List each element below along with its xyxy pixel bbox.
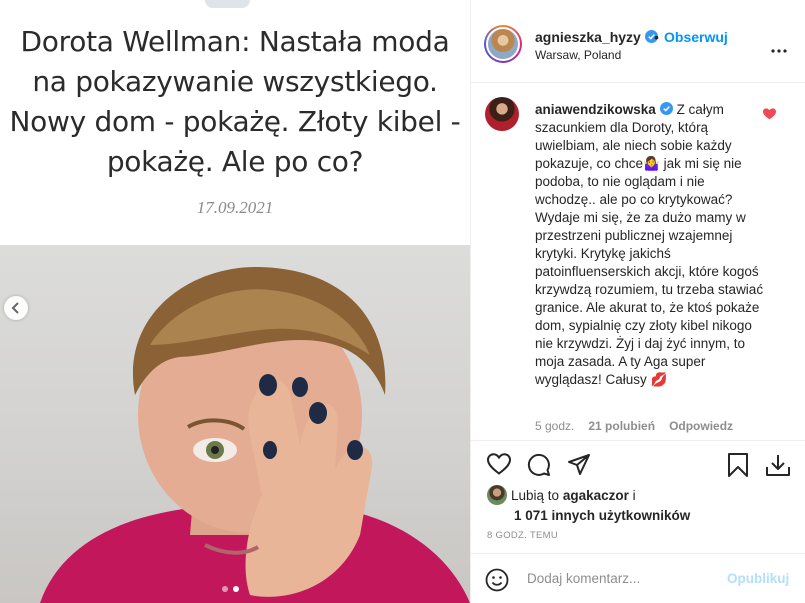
comment-likes[interactable]: 21 polubień: [588, 419, 655, 433]
liker-avatar[interactable]: [487, 485, 507, 505]
bookmark-icon: [728, 453, 748, 477]
chevron-left-icon: [11, 302, 19, 314]
previous-image-edge: [205, 0, 250, 8]
heart-icon: [486, 453, 512, 475]
share-icon: [568, 454, 590, 475]
save-button[interactable]: [727, 453, 749, 482]
headline-line: Dorota Wellman: Nastała moda: [20, 25, 450, 58]
comment: aniawendzikowska Z całym szacunkiem dla …: [471, 83, 805, 440]
post-location[interactable]: Warsaw, Poland: [535, 48, 621, 62]
download-icon: [766, 455, 790, 476]
comment-body: aniawendzikowska Z całym szacunkiem dla …: [535, 101, 767, 389]
header-separator: •: [654, 29, 659, 45]
comment-meta: 5 godz. 21 polubień Odpowiedz: [535, 419, 733, 433]
author-avatar[interactable]: [484, 25, 522, 63]
action-bar: [471, 440, 805, 488]
like-button[interactable]: [486, 453, 512, 480]
comment-text: Z całym szacunkiem dla Doroty, którą uwi…: [535, 102, 764, 387]
more-icon: [771, 49, 787, 53]
emoji-icon: [485, 568, 509, 592]
follow-button[interactable]: Obserwuj: [664, 29, 728, 45]
comment-time[interactable]: 5 godz.: [535, 419, 574, 433]
liker-username[interactable]: agakaczor: [563, 488, 629, 503]
verified-icon: [659, 102, 673, 115]
comment-icon: [527, 453, 550, 476]
carousel-dot: [222, 586, 228, 592]
likes-connector: i: [632, 488, 636, 503]
article-date: 17.09.2021: [196, 198, 274, 217]
author-username-text[interactable]: agnieszka_hyzy: [535, 29, 641, 45]
post-media: Dorota Wellman: Nastała moda na pokazywa…: [0, 0, 470, 603]
more-options-button[interactable]: [771, 40, 787, 58]
headline-line: pokażę. Ale po co?: [106, 145, 364, 178]
likes-others-count[interactable]: 1 071 innych użytkowników: [514, 508, 690, 523]
comment-input[interactable]: [527, 571, 727, 586]
publish-button[interactable]: Opublikuj: [727, 571, 789, 586]
commenter-avatar[interactable]: [485, 97, 519, 131]
carousel-dot-active: [233, 586, 239, 592]
likes-prefix: Lubią to: [511, 488, 560, 503]
heart-icon: [763, 108, 776, 120]
comment-composer: Opublikuj: [471, 553, 805, 603]
post-header: agnieszka_hyzy • Obserwuj Warsaw, Poland: [471, 0, 805, 83]
comment-like-button[interactable]: [763, 107, 776, 125]
portrait-illustration: [40, 266, 470, 603]
reply-button[interactable]: Odpowiedz: [669, 419, 733, 433]
share-button[interactable]: [567, 453, 591, 482]
download-button[interactable]: [765, 453, 791, 482]
author-username[interactable]: agnieszka_hyzy: [535, 29, 658, 45]
comment-button[interactable]: [527, 453, 551, 482]
emoji-button[interactable]: [485, 568, 509, 597]
post-side-panel: agnieszka_hyzy • Obserwuj Warsaw, Poland…: [471, 0, 805, 603]
carousel-prev-button[interactable]: [4, 296, 28, 320]
carousel-indicator: [222, 586, 239, 592]
headline-line: na pokazywanie wszystkiego.: [32, 65, 438, 98]
post-timestamp[interactable]: 8 GODZ. TEMU: [487, 530, 558, 541]
headline-line: Nowy dom - pokażę. Złoty kibel -: [9, 105, 461, 138]
portrait-photo: [0, 245, 470, 603]
article-headline: Dorota Wellman: Nastała moda na pokazywa…: [0, 22, 470, 182]
likes-summary: Lubią to agakaczor i 1 071 innych użytko…: [487, 485, 797, 526]
commenter-username[interactable]: aniawendzikowska: [535, 102, 656, 117]
